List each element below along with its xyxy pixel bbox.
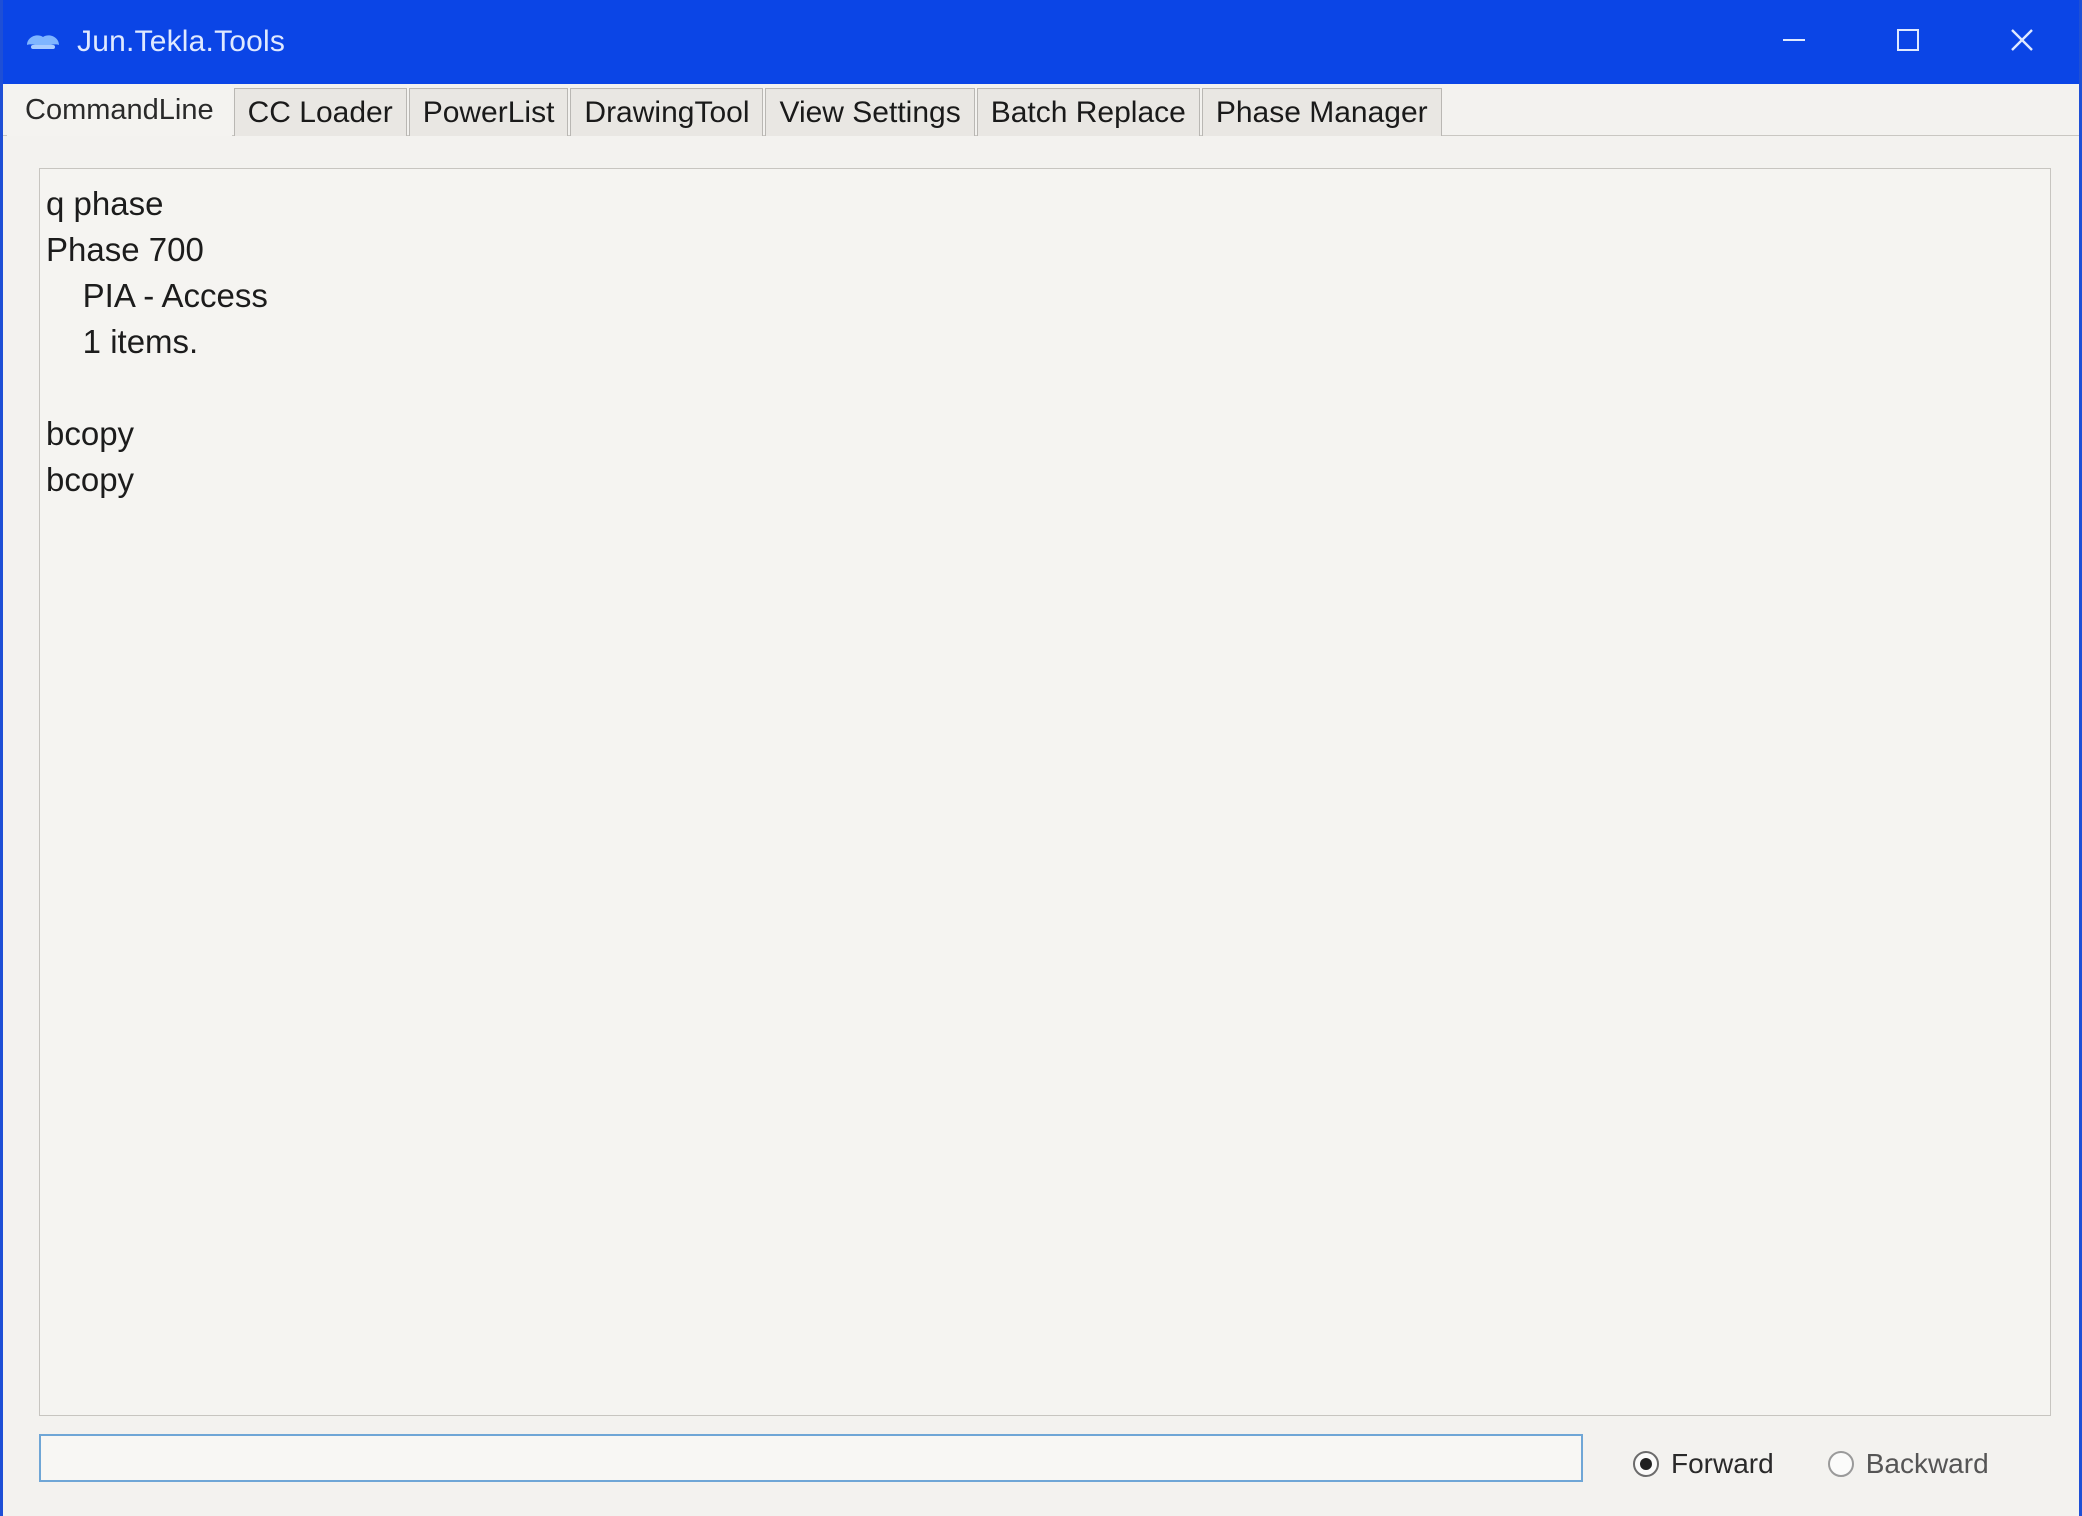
forward-radio-label: Forward: [1671, 1448, 1774, 1479]
output-line: bcopy: [46, 461, 135, 498]
tab-phase-manager[interactable]: Phase Manager: [1201, 88, 1442, 136]
minimize-icon: [1781, 27, 1807, 58]
minimize-button[interactable]: [1737, 0, 1851, 84]
close-button[interactable]: [1965, 0, 2079, 84]
close-icon: [2009, 27, 2035, 58]
radio-unchecked-icon: [1827, 1451, 1854, 1477]
title-bar[interactable]: Jun.Tekla.Tools: [3, 0, 2079, 84]
tab-commandline[interactable]: CommandLine: [7, 84, 232, 136]
backward-radio-label: Backward: [1865, 1448, 1989, 1479]
backward-radio[interactable]: Backward: [1827, 1448, 1989, 1480]
output-line: PIA - Access: [46, 277, 268, 314]
direction-radio-group: Forward Backward: [1633, 1444, 2043, 1484]
output-line: 1 items.: [46, 323, 199, 360]
output-line: bcopy: [46, 415, 135, 452]
maximize-icon: [1895, 27, 1921, 58]
tekla-app-icon: [23, 29, 63, 55]
tab-cc-loader[interactable]: CC Loader: [233, 88, 407, 136]
window-title: Jun.Tekla.Tools: [77, 25, 286, 58]
tab-drawingtool[interactable]: DrawingTool: [570, 88, 764, 136]
app-window: Jun.Tekla.Tools CommandLine CC Loader Po…: [0, 0, 2082, 1516]
output-line: q phase: [46, 185, 164, 222]
forward-radio[interactable]: Forward: [1633, 1448, 1774, 1480]
output-line: Phase 700: [46, 231, 204, 268]
maximize-button[interactable]: [1851, 0, 1965, 84]
tab-strip: CommandLine CC Loader PowerList DrawingT…: [7, 84, 1444, 136]
command-input[interactable]: [39, 1434, 1583, 1482]
radio-checked-icon: [1633, 1451, 1659, 1477]
window-controls: [1737, 0, 2079, 84]
tab-view-settings[interactable]: View Settings: [765, 88, 975, 136]
tab-batch-replace[interactable]: Batch Replace: [976, 88, 1200, 136]
tab-powerlist[interactable]: PowerList: [408, 88, 569, 136]
command-output[interactable]: q phase Phase 700 PIA - Access 1 items. …: [39, 168, 2051, 1416]
